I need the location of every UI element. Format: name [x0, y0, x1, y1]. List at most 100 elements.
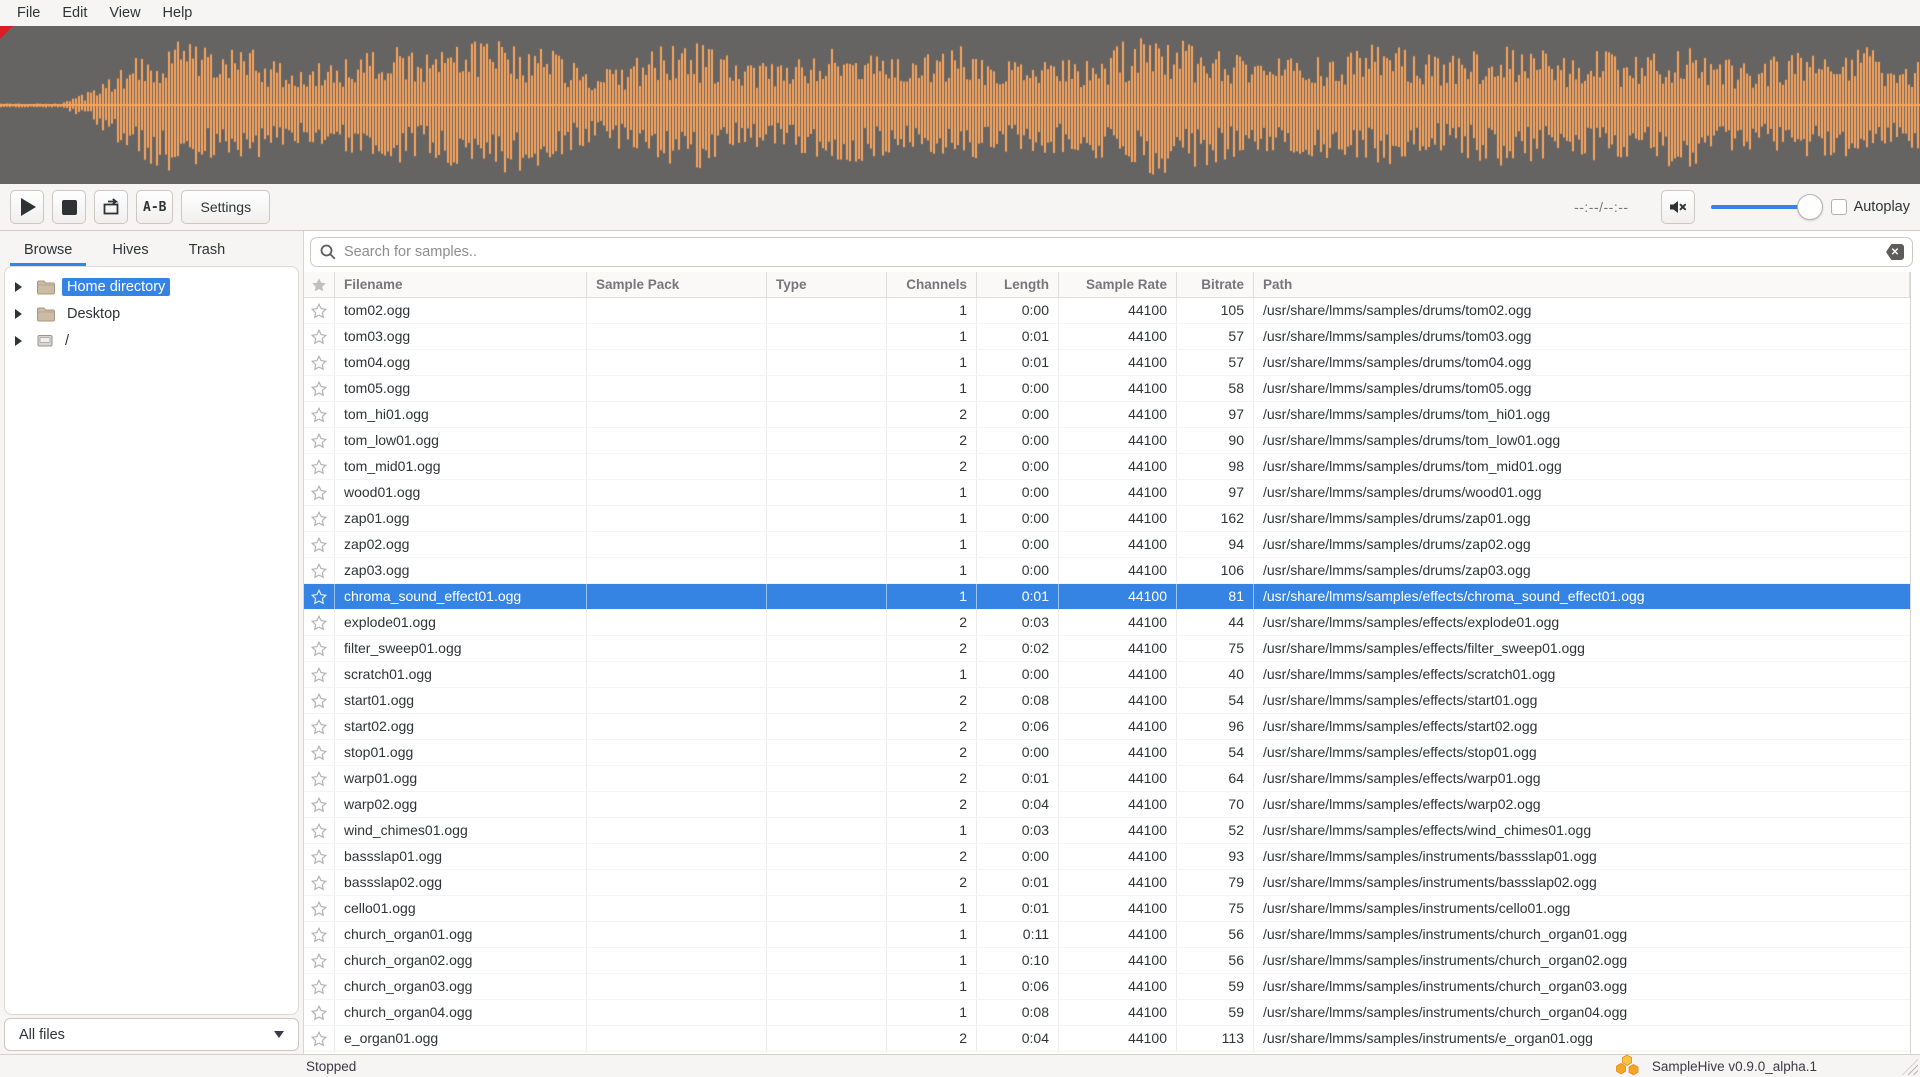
menu-view[interactable]: View — [98, 2, 151, 24]
favorite-cell[interactable] — [304, 740, 335, 765]
favorite-cell[interactable] — [304, 896, 335, 921]
table-row[interactable]: start02.ogg20:064410096/usr/share/lmms/s… — [304, 714, 1910, 740]
autoplay-checkbox[interactable] — [1831, 199, 1847, 215]
favorite-cell[interactable] — [304, 792, 335, 817]
favorite-star-icon[interactable] — [311, 589, 327, 605]
table-row[interactable]: zap02.ogg10:004410094/usr/share/lmms/sam… — [304, 532, 1910, 558]
favorite-star-icon[interactable] — [311, 329, 327, 345]
favorite-star-icon[interactable] — [311, 563, 327, 579]
header-filename[interactable]: Filename — [335, 272, 587, 297]
favorite-cell[interactable] — [304, 402, 335, 427]
favorite-star-icon[interactable] — [311, 433, 327, 449]
favorite-cell[interactable] — [304, 766, 335, 791]
volume-slider-knob[interactable] — [1797, 194, 1823, 220]
favorite-star-icon[interactable] — [311, 1031, 327, 1047]
favorite-cell[interactable] — [304, 974, 335, 999]
menu-help[interactable]: Help — [152, 2, 204, 24]
table-row[interactable]: wind_chimes01.ogg10:034410052/usr/share/… — [304, 818, 1910, 844]
volume-slider[interactable] — [1711, 194, 1823, 220]
favorite-star-icon[interactable] — [311, 303, 327, 319]
favorite-star-icon[interactable] — [311, 745, 327, 761]
favorite-cell[interactable] — [304, 714, 335, 739]
header-favorite[interactable] — [304, 272, 335, 297]
table-row[interactable]: tom_mid01.ogg20:004410098/usr/share/lmms… — [304, 454, 1910, 480]
table-row[interactable]: tom_low01.ogg20:004410090/usr/share/lmms… — [304, 428, 1910, 454]
table-row[interactable]: chroma_sound_effect01.ogg10:014410081/us… — [304, 584, 1910, 610]
table-row[interactable]: tom05.ogg10:004410058/usr/share/lmms/sam… — [304, 376, 1910, 402]
favorite-star-icon[interactable] — [311, 927, 327, 943]
favorite-cell[interactable] — [304, 324, 335, 349]
resize-grip[interactable] — [1902, 1059, 1918, 1075]
favorite-cell[interactable] — [304, 1000, 335, 1025]
favorite-cell[interactable] — [304, 922, 335, 947]
table-row[interactable]: tom02.ogg10:0044100105/usr/share/lmms/sa… — [304, 298, 1910, 324]
favorite-cell[interactable] — [304, 298, 335, 323]
tab-hives[interactable]: Hives — [98, 236, 162, 266]
favorite-star-icon[interactable] — [311, 459, 327, 475]
favorite-cell[interactable] — [304, 506, 335, 531]
favorite-cell[interactable] — [304, 1026, 335, 1051]
favorite-cell[interactable] — [304, 636, 335, 661]
favorite-cell[interactable] — [304, 480, 335, 505]
table-row[interactable]: e_organ01.ogg20:0444100113/usr/share/lmm… — [304, 1026, 1910, 1052]
table-row[interactable]: church_organ04.ogg10:084410059/usr/share… — [304, 1000, 1910, 1026]
favorite-star-icon[interactable] — [311, 771, 327, 787]
favorite-star-icon[interactable] — [311, 615, 327, 631]
header-sample-pack[interactable]: Sample Pack — [587, 272, 767, 297]
favorite-cell[interactable] — [304, 454, 335, 479]
header-sample-rate[interactable]: Sample Rate — [1059, 272, 1177, 297]
play-button[interactable] — [10, 190, 44, 224]
favorite-cell[interactable] — [304, 532, 335, 557]
waveform-canvas[interactable] — [0, 26, 1920, 184]
table-row[interactable]: filter_sweep01.ogg20:024410075/usr/share… — [304, 636, 1910, 662]
favorite-star-icon[interactable] — [311, 667, 327, 683]
file-filter-dropdown[interactable]: All files — [4, 1018, 299, 1051]
favorite-star-icon[interactable] — [311, 901, 327, 917]
table-row[interactable]: zap03.ogg10:0044100106/usr/share/lmms/sa… — [304, 558, 1910, 584]
table-row[interactable]: church_organ01.ogg10:114410056/usr/share… — [304, 922, 1910, 948]
favorite-star-icon[interactable] — [311, 485, 327, 501]
header-length[interactable]: Length — [977, 272, 1059, 297]
table-row[interactable]: explode01.ogg20:034410044/usr/share/lmms… — [304, 610, 1910, 636]
table-row[interactable]: cello01.ogg10:014410075/usr/share/lmms/s… — [304, 896, 1910, 922]
table-row[interactable]: bassslap02.ogg20:014410079/usr/share/lmm… — [304, 870, 1910, 896]
favorite-star-icon[interactable] — [311, 407, 327, 423]
expander-icon[interactable] — [15, 309, 22, 319]
favorite-star-icon[interactable] — [311, 979, 327, 995]
table-row[interactable]: warp02.ogg20:044410070/usr/share/lmms/sa… — [304, 792, 1910, 818]
table-row[interactable]: warp01.ogg20:014410064/usr/share/lmms/sa… — [304, 766, 1910, 792]
favorite-cell[interactable] — [304, 844, 335, 869]
clear-search-icon[interactable]: ✕ — [1880, 244, 1904, 260]
favorite-star-icon[interactable] — [311, 1005, 327, 1021]
favorite-star-icon[interactable] — [311, 875, 327, 891]
favorite-star-icon[interactable] — [311, 537, 327, 553]
expander-icon[interactable] — [15, 282, 22, 292]
table-row[interactable]: stop01.ogg20:004410054/usr/share/lmms/sa… — [304, 740, 1910, 766]
favorite-cell[interactable] — [304, 558, 335, 583]
favorite-star-icon[interactable] — [311, 849, 327, 865]
ab-repeat-button[interactable]: A-B — [136, 190, 173, 224]
playhead-marker[interactable] — [0, 26, 13, 39]
mute-button[interactable] — [1661, 190, 1695, 224]
favorite-star-icon[interactable] — [311, 953, 327, 969]
favorite-cell[interactable] — [304, 948, 335, 973]
favorite-cell[interactable] — [304, 428, 335, 453]
menu-file[interactable]: File — [6, 2, 51, 24]
favorite-star-icon[interactable] — [311, 719, 327, 735]
table-row[interactable]: scratch01.ogg10:004410040/usr/share/lmms… — [304, 662, 1910, 688]
table-row[interactable]: tom_hi01.ogg20:004410097/usr/share/lmms/… — [304, 402, 1910, 428]
favorite-star-icon[interactable] — [311, 511, 327, 527]
table-row[interactable]: tom04.ogg10:014410057/usr/share/lmms/sam… — [304, 350, 1910, 376]
favorite-star-icon[interactable] — [311, 693, 327, 709]
favorite-cell[interactable] — [304, 584, 335, 609]
settings-button[interactable]: Settings — [181, 190, 270, 224]
favorite-cell[interactable] — [304, 688, 335, 713]
header-bitrate[interactable]: Bitrate — [1177, 272, 1254, 297]
favorite-star-icon[interactable] — [311, 797, 327, 813]
favorite-star-icon[interactable] — [311, 355, 327, 371]
table-row[interactable]: tom03.ogg10:014410057/usr/share/lmms/sam… — [304, 324, 1910, 350]
tab-browse[interactable]: Browse — [10, 236, 86, 266]
favorite-star-icon[interactable] — [311, 381, 327, 397]
favorite-star-icon[interactable] — [311, 641, 327, 657]
tree-item-desktop[interactable]: Desktop — [5, 300, 298, 327]
